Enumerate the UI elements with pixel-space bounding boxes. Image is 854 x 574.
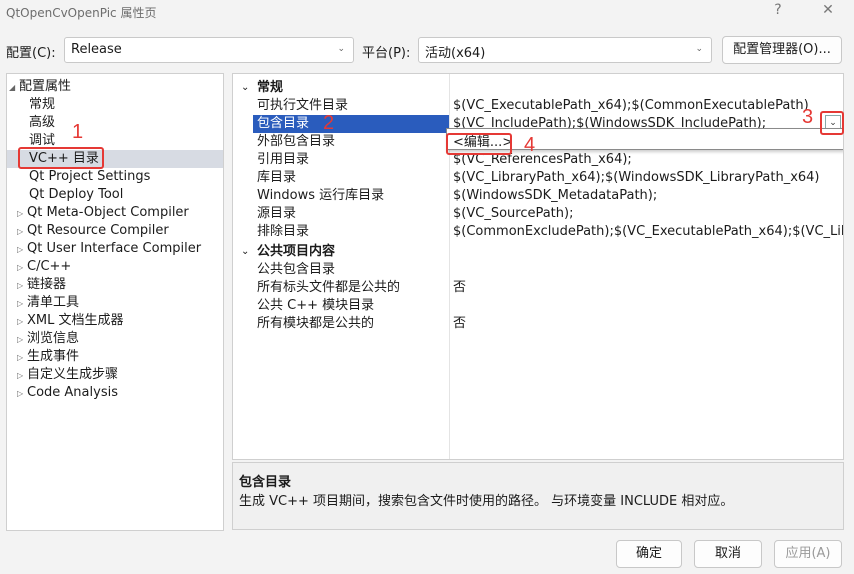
property-row[interactable]: 引用目录 $(VC_ReferencesPath_x64); bbox=[233, 151, 843, 169]
collapsed-caret-icon: ▷ bbox=[17, 335, 24, 344]
platform-select[interactable]: 活动(x64) ⌄ bbox=[418, 37, 712, 63]
property-row[interactable]: 所有标头文件都是公共的 否 bbox=[233, 279, 843, 297]
tree-item-code-analysis[interactable]: ▷ Code Analysis bbox=[17, 384, 118, 402]
ok-button[interactable]: 确定 bbox=[616, 540, 682, 568]
chevron-down-icon: ⌄ bbox=[337, 44, 345, 54]
annotation-number-4: 4 bbox=[524, 134, 536, 156]
tree-item-advanced[interactable]: 高级 bbox=[29, 114, 55, 132]
annotation-number-3: 3 bbox=[802, 106, 814, 128]
annotation-box-1 bbox=[18, 147, 104, 169]
collapsed-caret-icon: ▷ bbox=[17, 227, 24, 236]
collapsed-caret-icon: ▷ bbox=[17, 299, 24, 308]
collapsed-caret-icon: ▷ bbox=[17, 245, 24, 254]
tree-item-general[interactable]: 常规 bbox=[29, 96, 55, 114]
config-value: Release bbox=[71, 42, 122, 57]
annotation-number-1: 1 bbox=[72, 121, 84, 143]
category-general[interactable]: ⌄ 常规 bbox=[233, 79, 843, 97]
annotation-box-4 bbox=[446, 133, 512, 155]
collapse-caret-icon: ⌄ bbox=[241, 246, 250, 257]
tree-item-qt-moc[interactable]: ▷ Qt Meta-Object Compiler bbox=[17, 204, 189, 222]
collapsed-caret-icon: ▷ bbox=[17, 353, 24, 362]
tree-item-manifest-tool[interactable]: ▷ 清单工具 bbox=[17, 294, 79, 312]
expanded-caret-icon: ◢ bbox=[9, 83, 16, 92]
tree-item-build-events[interactable]: ▷ 生成事件 bbox=[17, 348, 79, 366]
property-row[interactable]: 公共 C++ 模块目录 bbox=[233, 297, 843, 315]
property-row[interactable]: Windows 运行库目录 $(WindowsSDK_MetadataPath)… bbox=[233, 187, 843, 205]
platform-value: 活动(x64) bbox=[425, 46, 486, 61]
property-row[interactable]: 库目录 $(VC_LibraryPath_x64);$(WindowsSDK_L… bbox=[233, 169, 843, 187]
window-title: QtOpenCvOpenPic 属性页 bbox=[6, 6, 157, 20]
tree-item-qt-deploy-tool[interactable]: Qt Deploy Tool bbox=[29, 186, 123, 204]
collapsed-caret-icon: ▷ bbox=[17, 317, 24, 326]
collapsed-caret-icon: ▷ bbox=[17, 209, 24, 218]
tree-item-root[interactable]: ◢ 配置属性 bbox=[9, 78, 71, 96]
title-bar: QtOpenCvOpenPic 属性页 ? ✕ bbox=[0, 0, 854, 28]
property-row[interactable]: 所有模块都是公共的 否 bbox=[233, 315, 843, 333]
config-select[interactable]: Release ⌄ bbox=[64, 37, 354, 63]
collapsed-caret-icon: ▷ bbox=[17, 281, 24, 290]
config-label: 配置(C): bbox=[6, 46, 56, 61]
cancel-button[interactable]: 取消 bbox=[694, 540, 762, 568]
platform-label: 平台(P): bbox=[362, 46, 411, 61]
property-row[interactable]: 公共包含目录 bbox=[233, 261, 843, 279]
chevron-down-icon: ⌄ bbox=[695, 44, 703, 54]
property-row[interactable]: 排除目录 $(CommonExcludePath);$(VC_Executabl… bbox=[233, 223, 843, 241]
tree-item-cpp[interactable]: ▷ C/C++ bbox=[17, 258, 71, 276]
close-icon[interactable]: ✕ bbox=[816, 2, 840, 18]
collapsed-caret-icon: ▷ bbox=[17, 371, 24, 380]
category-public[interactable]: ⌄ 公共项目内容 bbox=[233, 243, 843, 261]
tree-item-linker[interactable]: ▷ 链接器 bbox=[17, 276, 66, 294]
property-tree: ◢ 配置属性 常规 高级 调试 VC++ 目录 Qt Project Settin… bbox=[6, 73, 224, 531]
tree-item-qt-rcc[interactable]: ▷ Qt Resource Compiler bbox=[17, 222, 169, 240]
description-title: 包含目录 bbox=[239, 475, 292, 490]
tree-item-qt-uic[interactable]: ▷ Qt User Interface Compiler bbox=[17, 240, 201, 258]
property-row[interactable]: 源目录 $(VC_SourcePath); bbox=[233, 205, 843, 223]
config-manager-button[interactable]: 配置管理器(O)... bbox=[722, 36, 842, 64]
tree-item-browse-info[interactable]: ▷ 浏览信息 bbox=[17, 330, 79, 348]
annotation-number-2: 2 bbox=[323, 112, 335, 134]
tree-item-custom-build[interactable]: ▷ 自定义生成步骤 bbox=[17, 366, 118, 384]
tree-item-xml-doc[interactable]: ▷ XML 文档生成器 bbox=[17, 312, 124, 330]
apply-button[interactable]: 应用(A) bbox=[774, 540, 842, 568]
tree-item-qt-project-settings[interactable]: Qt Project Settings bbox=[29, 168, 150, 186]
description-panel: 包含目录 生成 VC++ 项目期间，搜索包含文件时使用的路径。 与环境变量 IN… bbox=[232, 462, 844, 530]
help-button[interactable]: ? bbox=[766, 2, 790, 18]
collapsed-caret-icon: ▷ bbox=[17, 389, 24, 398]
description-text: 生成 VC++ 项目期间，搜索包含文件时使用的路径。 与环境变量 INCLUDE… bbox=[239, 494, 734, 509]
collapsed-caret-icon: ▷ bbox=[17, 263, 24, 272]
annotation-box-3 bbox=[820, 111, 844, 135]
collapse-caret-icon: ⌄ bbox=[241, 82, 250, 93]
